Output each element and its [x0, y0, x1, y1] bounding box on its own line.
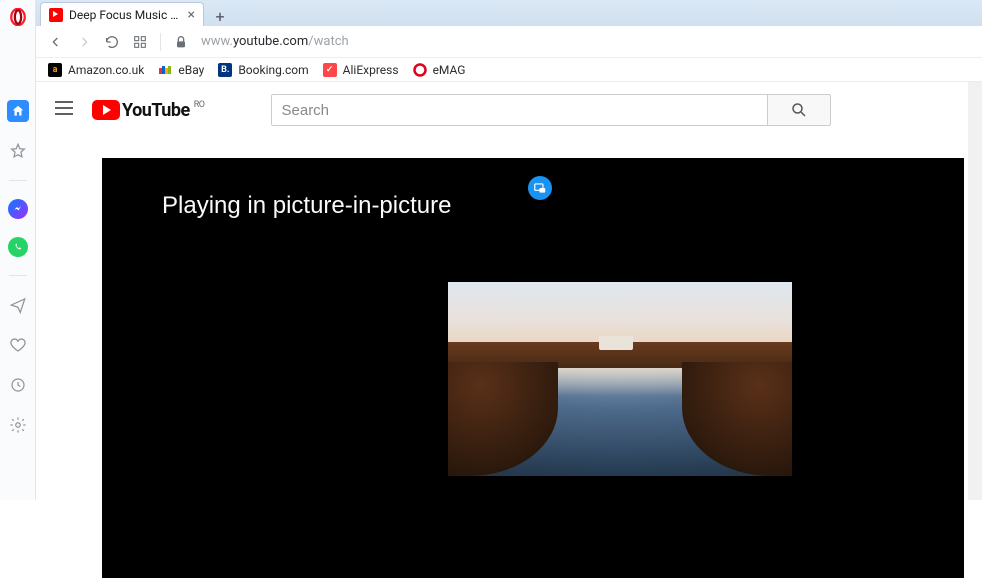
youtube-brand-text: YouTube [122, 100, 190, 121]
search-icon [790, 101, 808, 119]
sidebar-separator [9, 180, 27, 181]
search-input[interactable] [271, 94, 767, 126]
whatsapp-icon[interactable] [8, 237, 28, 257]
speed-dial-icon[interactable] [7, 100, 29, 122]
bookmark-label: eBay [178, 63, 204, 77]
messenger-icon[interactable] [8, 199, 28, 219]
youtube-logo[interactable]: YouTube RO [92, 100, 205, 121]
pip-badge-icon[interactable] [528, 176, 552, 200]
bookmark-item[interactable]: eBay [158, 63, 204, 77]
hamburger-menu-icon[interactable] [52, 96, 76, 124]
reload-button[interactable] [104, 34, 120, 50]
page-content: YouTube RO Playing in picture-in-picture [36, 82, 982, 500]
send-icon[interactable] [7, 294, 29, 316]
bookmarks-bar: a Amazon.co.uk eBay B. Booking.com ✓ AliExpres… [36, 58, 982, 82]
opera-logo-icon[interactable] [7, 6, 29, 28]
search-button[interactable] [767, 94, 831, 126]
bookmark-item[interactable]: a Amazon.co.uk [48, 63, 144, 77]
bookmark-favicon-icon: B. [218, 63, 232, 77]
bookmark-favicon-icon: ✓ [323, 63, 337, 77]
youtube-region: RO [194, 100, 205, 110]
bookmark-label: eMAG [433, 63, 466, 77]
tab-close-button[interactable]: × [186, 8, 197, 22]
search-form [271, 94, 831, 126]
bookmark-favicon-icon [413, 63, 427, 77]
addr-divider [160, 33, 161, 51]
opera-sidebar [0, 0, 36, 500]
bookmark-label: Amazon.co.uk [68, 63, 144, 77]
speed-dial-grid-icon[interactable] [132, 34, 148, 50]
bookmark-favicon-icon [158, 63, 172, 77]
heart-icon[interactable] [7, 334, 29, 356]
url-prefix: www. [201, 34, 233, 49]
youtube-favicon-icon [49, 8, 63, 22]
url-field[interactable]: www.youtube.com/watch [201, 34, 349, 49]
bookmark-item[interactable]: ✓ AliExpress [323, 63, 399, 77]
bookmark-label: AliExpress [343, 63, 399, 77]
youtube-header: YouTube RO [36, 82, 982, 138]
bookmark-item[interactable]: B. Booking.com [218, 63, 308, 77]
player-area: Playing in picture-in-picture [36, 138, 982, 578]
settings-gear-icon[interactable] [7, 414, 29, 436]
video-player[interactable]: Playing in picture-in-picture [102, 158, 964, 578]
tab-strip: Deep Focus Music - 3 Hou × + [36, 0, 982, 26]
history-icon[interactable] [7, 374, 29, 396]
page-scrollbar[interactable] [968, 82, 982, 500]
tab-title: Deep Focus Music - 3 Hou [69, 8, 180, 22]
bookmark-favicon-icon: a [48, 63, 62, 77]
url-domain: youtube.com [233, 34, 308, 49]
url-path: /watch [308, 34, 348, 49]
pip-message: Playing in picture-in-picture [162, 192, 451, 220]
lock-icon[interactable] [173, 34, 189, 50]
tab-active[interactable]: Deep Focus Music - 3 Hou × [40, 2, 204, 26]
youtube-play-icon [92, 100, 120, 120]
sidebar-separator [9, 275, 27, 276]
bookmark-label: Booking.com [238, 63, 308, 77]
forward-button[interactable] [76, 34, 92, 50]
bookmark-item[interactable]: eMAG [413, 63, 466, 77]
back-button[interactable] [48, 34, 64, 50]
new-tab-button[interactable]: + [208, 6, 232, 26]
address-bar: www.youtube.com/watch [36, 26, 982, 58]
video-thumbnail [448, 282, 792, 476]
bookmark-star-icon[interactable] [7, 140, 29, 162]
